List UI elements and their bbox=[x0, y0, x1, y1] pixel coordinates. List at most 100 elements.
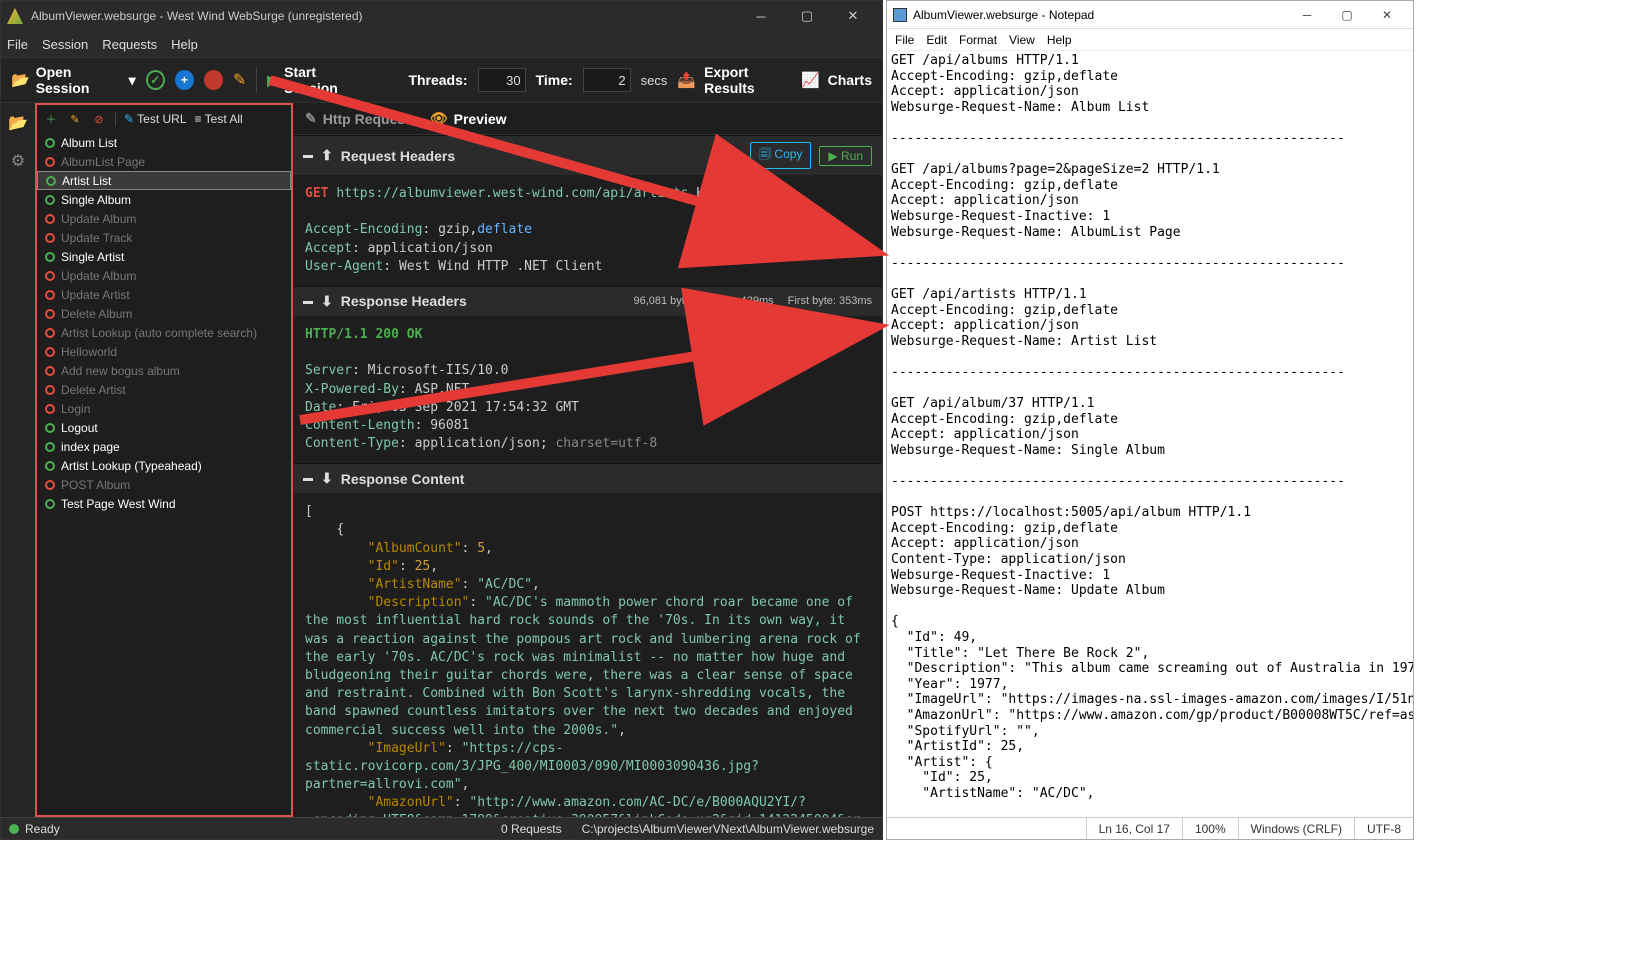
inactive-icon bbox=[45, 271, 55, 281]
np-menu-view[interactable]: View bbox=[1009, 33, 1035, 47]
np-menu-format[interactable]: Format bbox=[959, 33, 997, 47]
request-item[interactable]: Delete Artist bbox=[37, 380, 291, 399]
request-item[interactable]: AlbumList Page bbox=[37, 152, 291, 171]
request-item[interactable]: Helloworld bbox=[37, 342, 291, 361]
export-results-button[interactable]: Export Results bbox=[704, 64, 793, 96]
notepad-maximize[interactable]: ▢ bbox=[1327, 1, 1367, 29]
request-item[interactable]: Artist Lookup (auto complete search) bbox=[37, 323, 291, 342]
tab-preview[interactable]: 👁Preview bbox=[430, 110, 507, 127]
test-all-button[interactable]: Test All bbox=[195, 112, 243, 126]
request-label: Album List bbox=[61, 136, 117, 150]
http-method: GET bbox=[305, 186, 328, 201]
np-menu-edit[interactable]: Edit bbox=[926, 33, 947, 47]
notepad-textarea[interactable]: GET /api/albums HTTP/1.1 Accept-Encoding… bbox=[887, 51, 1413, 817]
export-icon: 📤 bbox=[677, 71, 696, 89]
request-item[interactable]: POST Album bbox=[37, 475, 291, 494]
request-item[interactable]: Test Page West Wind bbox=[37, 494, 291, 513]
request-item[interactable]: Update Album bbox=[37, 266, 291, 285]
request-item[interactable]: Update Artist bbox=[37, 285, 291, 304]
open-session-button[interactable]: 📂 Open Session ▾ bbox=[11, 64, 136, 96]
charts-button[interactable]: Charts bbox=[828, 72, 872, 88]
delete-request-icon[interactable]: ⊘ bbox=[91, 111, 107, 127]
request-code: GET https://albumviewer.west-wind.com/ap… bbox=[293, 175, 882, 286]
threads-label: Threads: bbox=[408, 72, 467, 88]
np-menu-file[interactable]: File bbox=[895, 33, 914, 47]
firstbyte-stat: First byte: 353ms bbox=[788, 295, 872, 307]
edit-request-icon[interactable]: ✎ bbox=[67, 111, 83, 127]
time-input[interactable] bbox=[583, 68, 631, 92]
status-line: HTTP/1.1 200 OK bbox=[305, 327, 422, 342]
request-label: Helloworld bbox=[61, 345, 117, 359]
copy-button[interactable]: 🗐 Copy bbox=[750, 142, 811, 169]
collapse-icon: ▬ bbox=[303, 296, 313, 307]
sidebar-nav: 📂 ⚙ bbox=[1, 103, 35, 817]
request-label: index page bbox=[61, 440, 120, 454]
status-requests: 0 Requests bbox=[501, 822, 562, 836]
menu-help[interactable]: Help bbox=[171, 37, 198, 52]
notepad-close[interactable]: ✕ bbox=[1367, 1, 1407, 29]
websurge-window: AlbumViewer.websurge - West Wind WebSurg… bbox=[0, 0, 883, 840]
request-item[interactable]: Logout bbox=[37, 418, 291, 437]
request-label: Update Album bbox=[61, 212, 136, 226]
window-title: AlbumViewer.websurge - West Wind WebSurg… bbox=[31, 9, 738, 23]
folder-nav-icon[interactable]: 📂 bbox=[8, 113, 28, 133]
minimize-button[interactable]: ─ bbox=[738, 1, 784, 31]
inactive-icon bbox=[45, 480, 55, 490]
request-item[interactable]: Update Album bbox=[37, 209, 291, 228]
inactive-icon bbox=[45, 233, 55, 243]
active-icon bbox=[45, 461, 55, 471]
request-label: Single Artist bbox=[61, 250, 124, 264]
request-item[interactable]: Login bbox=[37, 399, 291, 418]
request-label: Artist Lookup (auto complete search) bbox=[61, 326, 257, 340]
divider bbox=[115, 112, 116, 126]
request-item[interactable]: Update Track bbox=[37, 228, 291, 247]
request-item[interactable]: Artist Lookup (Typeahead) bbox=[37, 456, 291, 475]
request-item[interactable]: Delete Album bbox=[37, 304, 291, 323]
gear-icon[interactable]: ⚙ bbox=[11, 151, 25, 171]
threads-input[interactable] bbox=[478, 68, 526, 92]
edit-icon[interactable]: ✎ bbox=[233, 70, 246, 90]
menu-file[interactable]: File bbox=[7, 37, 28, 52]
np-menu-help[interactable]: Help bbox=[1047, 33, 1072, 47]
response-content-section[interactable]: ▬ ⬇ Response Content bbox=[293, 463, 882, 493]
add-icon[interactable]: + bbox=[175, 70, 194, 90]
record-icon[interactable] bbox=[204, 70, 223, 90]
download-icon: ⬇ bbox=[321, 470, 333, 487]
np-lncol: Ln 16, Col 17 bbox=[1086, 818, 1182, 839]
request-list[interactable]: Album ListAlbumList PageArtist ListSingl… bbox=[37, 133, 291, 815]
request-item[interactable]: Single Album bbox=[37, 190, 291, 209]
check-icon[interactable]: ✓ bbox=[146, 70, 165, 90]
content-pane: ✎Http Request 👁Preview ▬ ⬆ Request Heade… bbox=[293, 103, 882, 817]
collapse-icon: ▬ bbox=[303, 150, 313, 161]
request-headers-section[interactable]: ▬ ⬆ Request Headers 🗐 Copy ▶ Run bbox=[293, 135, 882, 175]
request-item[interactable]: Add new bogus album bbox=[37, 361, 291, 380]
status-path: C:\projects\AlbumViewerVNext\AlbumViewer… bbox=[582, 822, 874, 836]
close-button[interactable]: ✕ bbox=[830, 1, 876, 31]
menubar: File Session Requests Help bbox=[1, 31, 882, 57]
time-label: Time: bbox=[536, 72, 573, 88]
response-headers-section[interactable]: ▬ ⬇ Response Headers 96,081 bytes Time: … bbox=[293, 286, 882, 316]
request-label: AlbumList Page bbox=[61, 155, 145, 169]
request-item[interactable]: Single Artist bbox=[37, 247, 291, 266]
run-button[interactable]: ▶ Run bbox=[819, 146, 872, 166]
tabs: ✎Http Request 👁Preview bbox=[293, 103, 882, 135]
start-session-button[interactable]: ▶ Start Session bbox=[267, 64, 368, 96]
request-item[interactable]: index page bbox=[37, 437, 291, 456]
request-item[interactable]: Artist List bbox=[37, 171, 291, 190]
inactive-icon bbox=[45, 214, 55, 224]
notepad-minimize[interactable]: ─ bbox=[1287, 1, 1327, 29]
menu-session[interactable]: Session bbox=[42, 37, 88, 52]
eye-icon: 👁 bbox=[430, 110, 448, 127]
maximize-button[interactable]: ▢ bbox=[784, 1, 830, 31]
active-icon bbox=[45, 138, 55, 148]
requests-panel: ＋ ✎ ⊘ Test URL Test All Album List AlbumL… bbox=[35, 103, 293, 817]
request-label: Delete Album bbox=[61, 307, 132, 321]
tab-http-request[interactable]: ✎Http Request bbox=[305, 110, 410, 127]
menu-requests[interactable]: Requests bbox=[102, 37, 157, 52]
add-request-icon[interactable]: ＋ bbox=[43, 111, 59, 127]
chevron-down-icon: ▾ bbox=[129, 72, 136, 89]
test-url-button[interactable]: Test URL bbox=[124, 112, 187, 126]
request-item[interactable]: Album List bbox=[37, 133, 291, 152]
response-body: [ { "AlbumCount": 5, "Id": 25, "ArtistNa… bbox=[293, 493, 882, 817]
status-ok-icon bbox=[9, 824, 19, 834]
